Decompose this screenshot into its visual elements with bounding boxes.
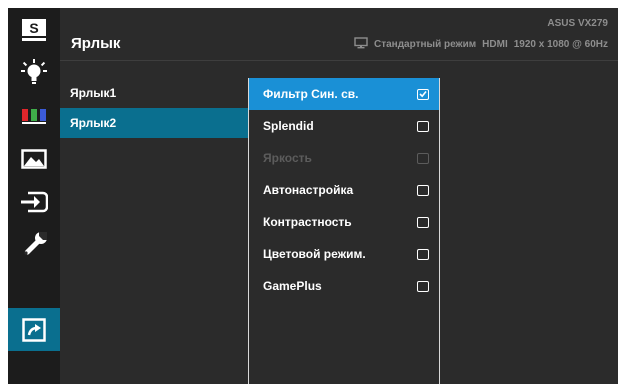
submenu-item-shortcut2[interactable]: Ярлык2 — [60, 108, 249, 138]
submenu-item-label: Ярлык1 — [70, 86, 117, 100]
checkbox-icon[interactable] — [417, 280, 429, 292]
option-label: Яркость — [263, 151, 312, 165]
option-label: Контрастность — [263, 215, 352, 229]
svg-text:S: S — [29, 20, 38, 36]
shortcut-icon — [22, 317, 46, 342]
input-label: HDMI — [482, 39, 508, 50]
rail-item-image[interactable] — [8, 137, 60, 180]
checkbox-icon[interactable] — [417, 216, 429, 228]
rail-item-input-select[interactable] — [8, 180, 60, 223]
checkbox-icon[interactable] — [417, 248, 429, 260]
rail-item-color[interactable] — [8, 94, 60, 137]
wrench-icon — [24, 231, 47, 255]
option-auto-adjust[interactable]: Автонастройка — [249, 174, 439, 206]
monitor-icon — [354, 37, 368, 52]
mode-label: Стандартный режим — [373, 39, 477, 50]
osd-window: S Ярлык ASUS VX279 Стандартный режим HDM… — [8, 8, 618, 384]
model-label: ASUS VX279 — [547, 18, 608, 29]
option-gameplus[interactable]: GamePlus — [249, 270, 439, 302]
option-label: GamePlus — [263, 279, 322, 293]
rail-item-blue-light[interactable] — [8, 51, 60, 94]
checkbox-icon — [417, 152, 429, 164]
checkbox-icon[interactable] — [417, 184, 429, 196]
rail-item-shortcut[interactable] — [8, 308, 60, 351]
status-bar: Стандартный режим HDMI 1920 x 1080 @ 60H… — [354, 37, 608, 52]
color-icon — [22, 108, 46, 124]
resolution-label: 1920 x 1080 @ 60Hz — [513, 39, 608, 50]
input-select-icon — [21, 191, 48, 212]
option-label: Фильтр Син. св. — [263, 87, 359, 101]
option-brightness: Яркость — [249, 142, 439, 174]
option-contrast[interactable]: Контрастность — [249, 206, 439, 238]
osd-header: Ярлык ASUS VX279 Стандартный режим HDMI … — [60, 8, 618, 61]
submenu-list: Ярлык1 Ярлык2 — [60, 78, 249, 138]
blue-light-filter-icon — [21, 58, 47, 84]
option-blue-light-filter[interactable]: Фильтр Син. св. — [249, 78, 439, 110]
option-label: Автонастройка — [263, 183, 354, 197]
checkbox-icon[interactable] — [417, 120, 429, 132]
option-splendid[interactable]: Splendid — [249, 110, 439, 142]
rail-item-splendid[interactable]: S — [8, 8, 60, 51]
image-icon — [21, 148, 47, 169]
option-color-mode[interactable]: Цветовой режим. — [249, 238, 439, 270]
checkbox-checked-icon[interactable] — [417, 88, 429, 100]
page-title: Ярлык — [71, 35, 121, 52]
splendid-icon: S — [22, 18, 46, 41]
option-label: Цветовой режим. — [263, 247, 366, 261]
main-menu-rail: S — [8, 8, 60, 384]
rail-item-system-setup[interactable] — [8, 223, 60, 266]
option-label: Splendid — [263, 119, 314, 133]
submenu-item-shortcut1[interactable]: Ярлык1 — [60, 78, 249, 108]
options-panel: Фильтр Син. св. Splendid Яркость Автонас… — [248, 78, 440, 384]
submenu-item-label: Ярлык2 — [70, 116, 117, 130]
